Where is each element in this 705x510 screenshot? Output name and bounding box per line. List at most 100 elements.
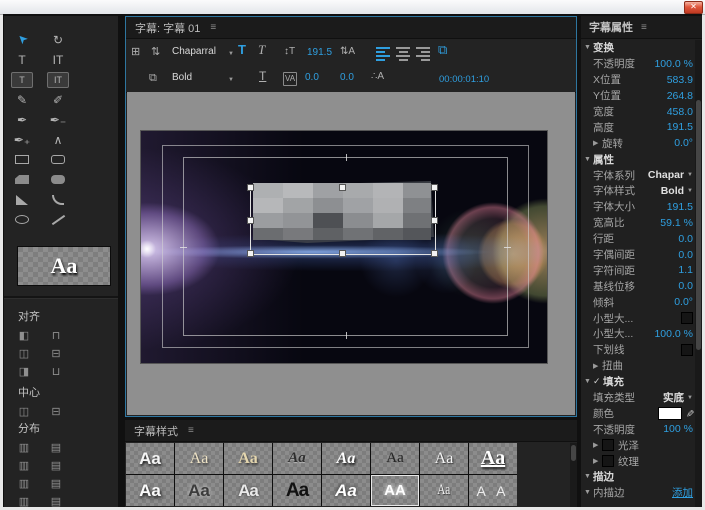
selection-handle[interactable]: [247, 184, 254, 191]
style-swatch-1[interactable]: Aa: [126, 443, 174, 474]
align-bottom-icon[interactable]: ⊔: [46, 363, 66, 380]
rotation-tool[interactable]: ↻: [47, 30, 69, 49]
style-swatch-12[interactable]: Aa: [273, 475, 321, 506]
prop-value[interactable]: 100 %: [663, 423, 693, 435]
distribute-horizontal-center-icon[interactable]: ▥: [14, 457, 34, 474]
style-swatch-15[interactable]: Aa: [420, 475, 468, 506]
distribute-left-icon[interactable]: ▥: [14, 439, 34, 456]
wedge-tool[interactable]: [11, 190, 33, 209]
prop-value[interactable]: 191.5: [667, 201, 693, 213]
distribute-vertical-even-icon[interactable]: ▤: [46, 493, 66, 510]
tracking-value[interactable]: 0.0: [340, 72, 354, 84]
vertical-area-type-tool[interactable]: IT: [47, 72, 69, 88]
style-swatch-2[interactable]: Aa: [175, 443, 223, 474]
prop-dropdown-value[interactable]: Chapar: [648, 169, 684, 181]
line-tool[interactable]: [47, 210, 69, 229]
font-size-value[interactable]: 191.5: [307, 47, 332, 59]
eyedropper-icon[interactable]: ✎: [683, 409, 694, 417]
prop-value[interactable]: 100.0 %: [654, 328, 693, 340]
templates-button[interactable]: ⧉: [149, 72, 157, 84]
vertical-type-tool[interactable]: IT: [47, 50, 69, 69]
add-anchor-point-tool[interactable]: ✒₊: [11, 130, 33, 149]
prop-checkbox[interactable]: [602, 439, 614, 451]
chevron-down-icon[interactable]: ▼: [687, 395, 693, 401]
selection-handle[interactable]: [431, 184, 438, 191]
font-family-select[interactable]: Chaparral ▼: [172, 46, 234, 60]
distribute-bottom-icon[interactable]: ▤: [46, 475, 66, 492]
arc-tool[interactable]: [47, 190, 69, 209]
style-swatch-11[interactable]: Aa: [224, 475, 272, 506]
show-background-video-button[interactable]: ⧉: [438, 44, 447, 56]
align-vertical-center-icon[interactable]: ⊟: [46, 345, 66, 362]
path-type-tool[interactable]: ✎: [11, 90, 33, 109]
style-swatch-4[interactable]: Aa: [273, 443, 321, 474]
selection-handle[interactable]: [247, 250, 254, 257]
clipped-corner-rectangle-tool[interactable]: [11, 170, 33, 189]
timecode-value[interactable]: 00:00:01:10: [439, 74, 489, 86]
selection-handle[interactable]: [431, 250, 438, 257]
close-button[interactable]: ✕: [684, 1, 703, 14]
align-top-icon[interactable]: ⊓: [46, 327, 66, 344]
properties-scrollbar[interactable]: [695, 40, 702, 507]
new-title-button[interactable]: ⊞: [131, 46, 140, 58]
rectangle-tool[interactable]: [11, 150, 33, 169]
prop-value[interactable]: 0.0: [678, 280, 693, 292]
current-style-swatch[interactable]: Aa: [17, 246, 111, 286]
prop-dropdown-value[interactable]: Bold: [661, 185, 684, 197]
align-left-icon[interactable]: ◧: [14, 327, 34, 344]
twirl-down-icon[interactable]: ▼: [584, 378, 593, 385]
area-type-tool[interactable]: T: [11, 72, 33, 88]
align-left-button[interactable]: [376, 47, 390, 61]
prop-checkbox[interactable]: [681, 312, 693, 324]
style-swatch-10[interactable]: Aa: [175, 475, 223, 506]
selection-handle[interactable]: [247, 217, 254, 224]
twirl-right-icon[interactable]: ▶: [593, 457, 602, 465]
convert-anchor-point-tool[interactable]: ∧: [47, 130, 69, 149]
rounded-corner-rectangle-tool[interactable]: [47, 150, 69, 169]
prop-value[interactable]: 1.1: [678, 264, 693, 276]
style-swatch-6[interactable]: Aa: [371, 443, 419, 474]
chevron-down-icon[interactable]: ▼: [687, 188, 693, 194]
twirl-down-icon[interactable]: ▼: [584, 473, 593, 480]
selection-handle[interactable]: [431, 217, 438, 224]
align-horizontal-center-icon[interactable]: ◫: [14, 345, 34, 362]
prop-value[interactable]: 0.0: [678, 233, 693, 245]
twirl-down-icon[interactable]: ▼: [584, 489, 593, 496]
prop-value[interactable]: 191.5: [667, 121, 693, 133]
properties-scrollbar-thumb[interactable]: [696, 100, 701, 350]
selection-handle[interactable]: [339, 184, 346, 191]
underline-button[interactable]: T: [259, 70, 266, 82]
prop-value[interactable]: 264.8: [667, 90, 693, 102]
styles-scrollbar[interactable]: [570, 443, 577, 507]
style-swatch-14[interactable]: AA: [371, 475, 419, 506]
style-swatch-3[interactable]: Aa: [224, 443, 272, 474]
center-horizontal-icon[interactable]: ◫: [14, 403, 34, 420]
prop-value[interactable]: 59.1 %: [660, 217, 693, 229]
twirl-right-icon[interactable]: ▶: [593, 441, 602, 449]
pen-tool[interactable]: ✒: [11, 110, 33, 129]
align-right-icon[interactable]: ◨: [14, 363, 34, 380]
bold-button[interactable]: T: [238, 44, 246, 56]
prop-value[interactable]: 0.0°: [674, 296, 693, 308]
distribute-vertical-center-icon[interactable]: ▤: [46, 457, 66, 474]
style-swatch-16[interactable]: A A: [469, 475, 517, 506]
selection-handle[interactable]: [339, 250, 346, 257]
kerning-value[interactable]: 0.0: [305, 72, 319, 84]
style-swatch-7[interactable]: Aa: [420, 443, 468, 474]
prop-dropdown-value[interactable]: 实底: [663, 390, 684, 405]
center-vertical-icon[interactable]: ⊟: [46, 403, 66, 420]
prop-value[interactable]: 458.0: [667, 106, 693, 118]
round-rectangle-tool[interactable]: [47, 170, 69, 189]
roll-crawl-options-button[interactable]: ⇅: [151, 46, 160, 58]
align-right-button[interactable]: [416, 47, 430, 61]
titler-panel-menu-icon[interactable]: ≡: [210, 22, 216, 33]
fill-color-swatch[interactable]: [658, 407, 682, 420]
prop-checkbox[interactable]: [602, 455, 614, 467]
twirl-right-icon[interactable]: ▶: [593, 362, 602, 370]
twirl-down-icon[interactable]: ▼: [584, 44, 593, 51]
prop-value[interactable]: 0.0°: [674, 137, 693, 149]
chevron-down-icon[interactable]: ▼: [687, 172, 693, 178]
style-swatch-13[interactable]: Aa: [322, 475, 370, 506]
style-swatch-8[interactable]: Aa: [469, 443, 517, 474]
twirl-down-icon[interactable]: ▼: [584, 156, 593, 163]
